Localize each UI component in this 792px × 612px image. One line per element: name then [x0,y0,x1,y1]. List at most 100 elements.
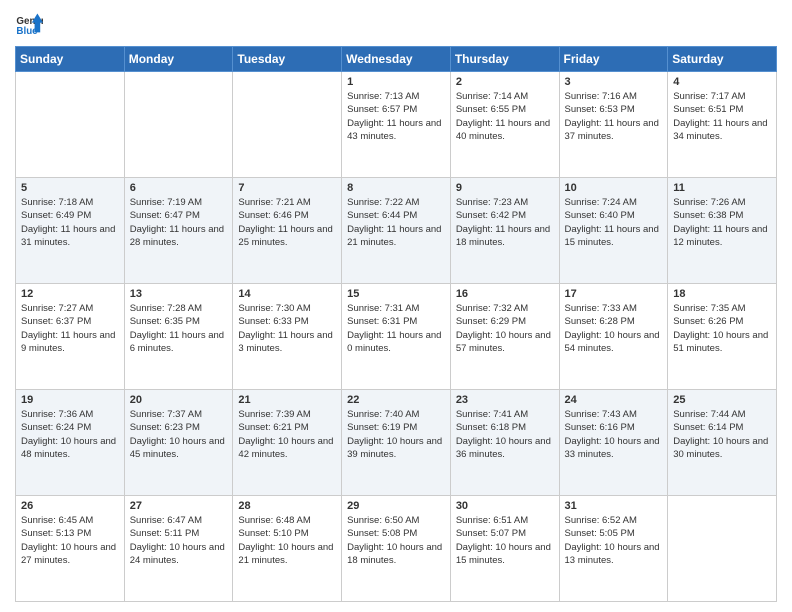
day-info-line: Sunrise: 7:26 AM [673,196,771,209]
day-number: 12 [21,288,119,300]
day-number: 23 [456,394,554,406]
calendar-cell: 5Sunrise: 7:18 AMSunset: 6:49 PMDaylight… [16,178,125,284]
calendar-cell: 10Sunrise: 7:24 AMSunset: 6:40 PMDayligh… [559,178,668,284]
calendar-cell [668,496,777,602]
calendar-week-row: 19Sunrise: 7:36 AMSunset: 6:24 PMDayligh… [16,390,777,496]
day-info-line: Daylight: 10 hours and 33 minutes. [565,435,663,462]
day-info-line: Sunrise: 7:27 AM [21,302,119,315]
day-info-line: Daylight: 10 hours and 39 minutes. [347,435,445,462]
day-number: 19 [21,394,119,406]
weekday-header-friday: Friday [559,47,668,72]
day-info-line: Sunrise: 7:22 AM [347,196,445,209]
calendar-cell: 19Sunrise: 7:36 AMSunset: 6:24 PMDayligh… [16,390,125,496]
day-info-line: Sunrise: 7:31 AM [347,302,445,315]
day-info-line: Sunrise: 7:30 AM [238,302,336,315]
day-info-line: Daylight: 11 hours and 31 minutes. [21,223,119,250]
day-number: 15 [347,288,445,300]
day-info-line: Sunset: 6:16 PM [565,421,663,434]
day-info-line: Sunset: 6:35 PM [130,315,228,328]
day-info-line: Daylight: 10 hours and 15 minutes. [456,541,554,568]
day-info-line: Sunset: 6:47 PM [130,209,228,222]
day-number: 10 [565,182,663,194]
weekday-header-monday: Monday [124,47,233,72]
day-info-line: Sunset: 6:28 PM [565,315,663,328]
day-number: 11 [673,182,771,194]
day-number: 17 [565,288,663,300]
calendar-cell [233,72,342,178]
day-info-line: Daylight: 10 hours and 27 minutes. [21,541,119,568]
weekday-header-sunday: Sunday [16,47,125,72]
day-number: 25 [673,394,771,406]
day-info-line: Sunset: 6:40 PM [565,209,663,222]
day-info-line: Sunset: 6:53 PM [565,103,663,116]
calendar-cell: 1Sunrise: 7:13 AMSunset: 6:57 PMDaylight… [342,72,451,178]
calendar-cell: 16Sunrise: 7:32 AMSunset: 6:29 PMDayligh… [450,284,559,390]
day-info-line: Daylight: 10 hours and 24 minutes. [130,541,228,568]
day-info-line: Sunset: 6:19 PM [347,421,445,434]
day-info-line: Daylight: 11 hours and 0 minutes. [347,329,445,356]
calendar-cell: 20Sunrise: 7:37 AMSunset: 6:23 PMDayligh… [124,390,233,496]
day-number: 3 [565,76,663,88]
day-info-line: Sunset: 6:49 PM [21,209,119,222]
day-info-line: Daylight: 11 hours and 40 minutes. [456,117,554,144]
calendar-cell: 13Sunrise: 7:28 AMSunset: 6:35 PMDayligh… [124,284,233,390]
day-info-line: Daylight: 10 hours and 30 minutes. [673,435,771,462]
weekday-header-saturday: Saturday [668,47,777,72]
weekday-header-wednesday: Wednesday [342,47,451,72]
day-info-line: Daylight: 10 hours and 45 minutes. [130,435,228,462]
day-info-line: Sunrise: 7:23 AM [456,196,554,209]
day-info-line: Sunset: 5:10 PM [238,527,336,540]
header: General Blue [15,10,777,38]
day-info-line: Sunset: 6:46 PM [238,209,336,222]
calendar-cell: 25 Sunrise: 7:44 AMSunset: 6:14 PMDayligh… [668,390,777,496]
day-number: 6 [130,182,228,194]
calendar-cell: 15 Sunrise: 7:31 AMSunset: 6:31 PMDayligh… [342,284,451,390]
day-info-line: Sunrise: 6:47 AM [130,514,228,527]
day-info-line: Sunrise: 6:45 AM [21,514,119,527]
logo: General Blue [15,10,43,38]
calendar-cell: 8Sunrise: 7:22 AMSunset: 6:44 PMDaylight… [342,178,451,284]
calendar-week-row: 12 Sunrise: 7:27 AMSunset: 6:37 PM Dayligh… [16,284,777,390]
day-info-line: Daylight: 10 hours and 51 minutes. [673,329,771,356]
day-info-line: Sunrise: 7:37 AM [130,408,228,421]
day-number: 16 [456,288,554,300]
day-number: 31 [565,500,663,512]
day-info-line: Daylight: 10 hours and 42 minutes. [238,435,336,462]
day-info-line: Daylight: 11 hours and 28 minutes. [130,223,228,250]
day-info-line: Sunrise: 7:44 AM [673,408,771,421]
day-info-line: Sunset: 6:26 PM [673,315,771,328]
day-info-line: Sunset: 6:14 PM [673,421,771,434]
calendar-cell: 24Sunrise: 7:43 AMSunset: 6:16 PMDayligh… [559,390,668,496]
calendar-cell: 31Sunrise: 6:52 AMSunset: 5:05 PMDayligh… [559,496,668,602]
calendar-cell: 3Sunrise: 7:16 AMSunset: 6:53 PMDaylight… [559,72,668,178]
day-number: 20 [130,394,228,406]
day-number: 13 [130,288,228,300]
day-info-line: Sunset: 6:44 PM [347,209,445,222]
day-info-line: Daylight: 11 hours and 3 minutes. [238,329,336,356]
calendar-cell: 28Sunrise: 6:48 AMSunset: 5:10 PMDayligh… [233,496,342,602]
day-info-line: Sunset: 6:37 PM [21,315,119,328]
day-number: 24 [565,394,663,406]
day-info-line: Sunset: 6:55 PM [456,103,554,116]
day-number: 2 [456,76,554,88]
calendar-cell: 2Sunrise: 7:14 AMSunset: 6:55 PMDaylight… [450,72,559,178]
day-info-line: Sunset: 5:11 PM [130,527,228,540]
day-info-line: Daylight: 11 hours and 18 minutes. [456,223,554,250]
day-info-line: Sunset: 6:31 PM [347,315,445,328]
day-number: 8 [347,182,445,194]
day-info-line: Sunrise: 7:18 AM [21,196,119,209]
day-info-line: Sunrise: 7:21 AM [238,196,336,209]
day-number: 21 [238,394,336,406]
calendar-cell [16,72,125,178]
day-info-line: Sunset: 6:51 PM [673,103,771,116]
calendar-cell: 22Sunrise: 7:40 AMSunset: 6:19 PMDayligh… [342,390,451,496]
day-info-line: Sunset: 6:38 PM [673,209,771,222]
day-info-line: Sunset: 6:21 PM [238,421,336,434]
day-info-line: Sunrise: 7:32 AM [456,302,554,315]
calendar-cell: 6Sunrise: 7:19 AMSunset: 6:47 PMDaylight… [124,178,233,284]
day-info-line: Daylight: 10 hours and 18 minutes. [347,541,445,568]
day-number: 30 [456,500,554,512]
calendar-cell: 18Sunrise: 7:35 AMSunset: 6:26 PMDayligh… [668,284,777,390]
day-number: 27 [130,500,228,512]
logo-icon: General Blue [15,10,43,38]
